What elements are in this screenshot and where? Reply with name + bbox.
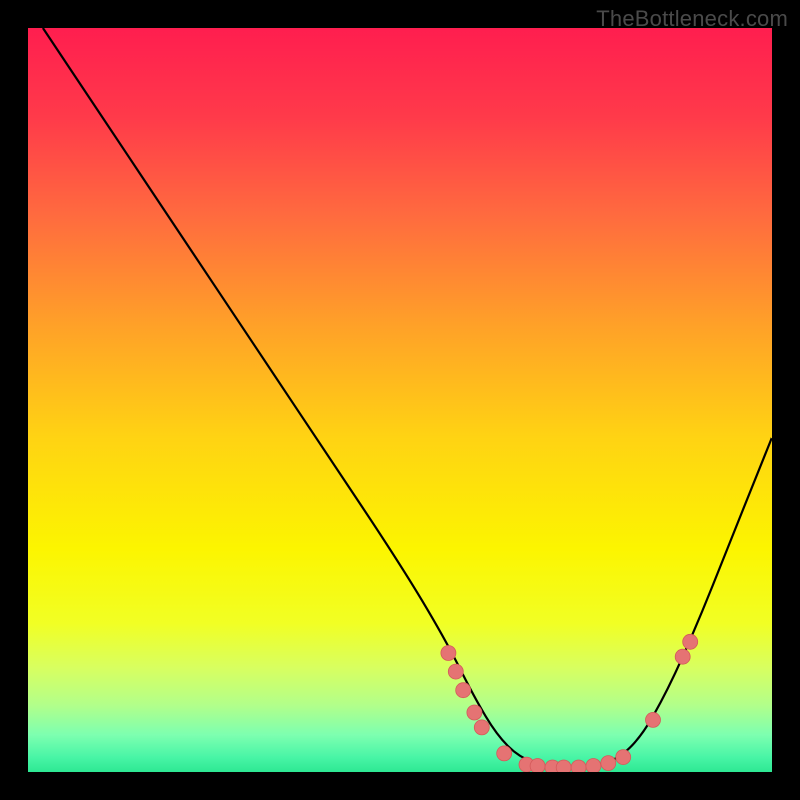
data-point [586,759,601,773]
data-point [675,649,690,664]
watermark-text: TheBottleneck.com [596,6,788,32]
data-point [616,750,631,765]
chart-plot-area [28,28,772,772]
data-point [474,720,489,735]
data-point [456,683,471,698]
data-point [556,760,571,772]
data-point [571,760,586,772]
data-point [601,756,616,771]
data-point [497,746,512,761]
data-point [448,664,463,679]
data-point [530,759,545,773]
data-point [683,634,698,649]
data-point [646,712,661,727]
data-point [441,646,456,661]
data-point [467,705,482,720]
bottleneck-curve [43,28,772,768]
chart-curve-layer [28,28,772,772]
